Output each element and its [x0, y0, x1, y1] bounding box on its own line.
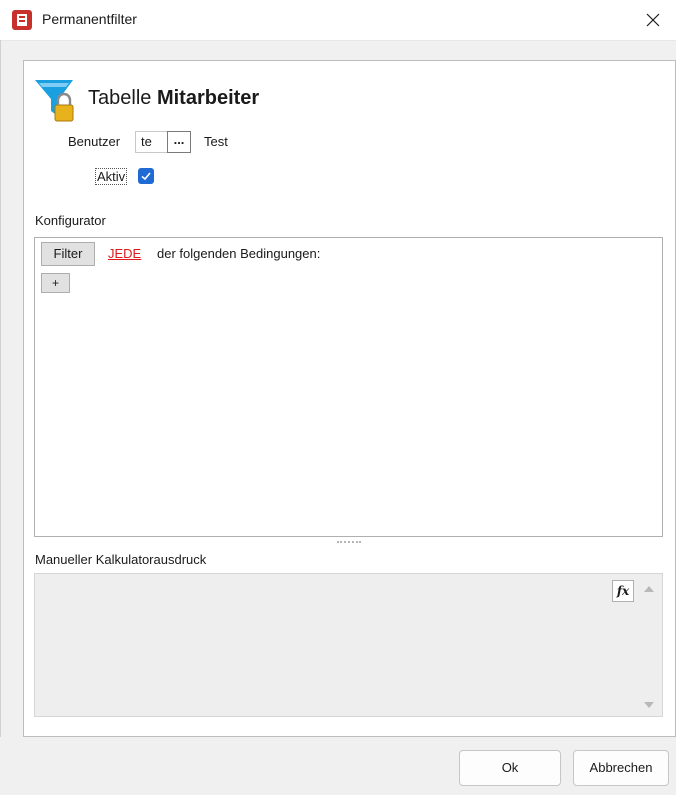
close-button[interactable]	[630, 0, 676, 40]
user-browse-button[interactable]: ...	[167, 131, 191, 153]
konfigurator-panel	[34, 237, 663, 537]
user-input[interactable]: te	[135, 131, 167, 153]
ok-button[interactable]: Ok	[459, 750, 561, 786]
table-prefix: Tabelle	[88, 87, 152, 109]
user-name: Test	[204, 134, 228, 149]
mode-link[interactable]: JEDE	[108, 246, 141, 261]
condition-text: der folgenden Bedingungen:	[157, 246, 321, 261]
manual-expression-editor[interactable]	[34, 573, 663, 717]
scroll-up-arrow-icon[interactable]	[643, 584, 655, 594]
splitter-handle[interactable]	[337, 541, 361, 545]
checkmark-icon	[141, 172, 151, 181]
table-name: Mitarbeiter	[156, 87, 260, 109]
add-condition-button[interactable]: +	[41, 273, 70, 293]
aktiv-checkbox[interactable]	[138, 168, 154, 184]
title-bar: Permanentfilter	[0, 0, 676, 41]
cancel-button[interactable]: Abbrechen	[573, 750, 669, 786]
fx-icon: fx	[616, 584, 630, 598]
aktiv-label[interactable]: Aktiv	[95, 168, 128, 185]
window-edge	[0, 40, 1, 795]
fx-button[interactable]: fx	[612, 580, 634, 602]
table-title: Tabelle Mitarbeiter	[88, 87, 259, 110]
filter-button[interactable]: Filter	[41, 242, 95, 266]
manual-expression-label: Manueller Kalkulatorausdruck	[35, 552, 207, 567]
window-title: Permanentfilter	[42, 11, 137, 27]
funnel-lock-icon	[35, 80, 74, 122]
user-label: Benutzer	[68, 134, 121, 149]
app-icon	[12, 10, 32, 30]
close-icon	[646, 13, 660, 27]
scroll-down-arrow-icon[interactable]	[643, 700, 655, 710]
konfigurator-label: Konfigurator	[35, 213, 106, 228]
